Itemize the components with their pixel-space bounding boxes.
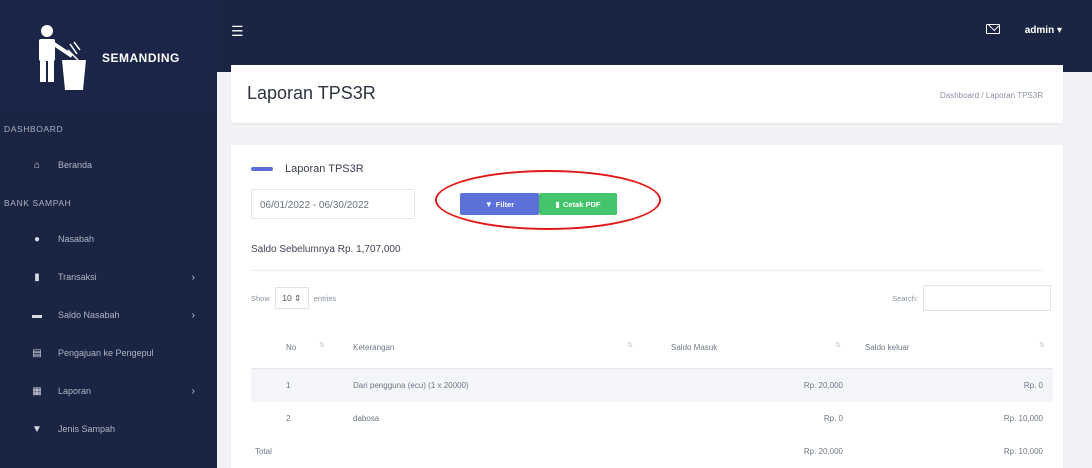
- cell-no: 1: [286, 381, 291, 390]
- chart-icon: ▤: [32, 347, 42, 359]
- select-arrows-icon: ⇕: [291, 292, 302, 303]
- sidebar-item-beranda[interactable]: ⌂ Beranda: [0, 146, 217, 184]
- entries-label: entries: [313, 293, 337, 303]
- mail-icon[interactable]: [986, 24, 1000, 34]
- brand[interactable]: SEMANDING: [0, 0, 217, 110]
- entries-length: Show 10 ⇕ entries: [251, 287, 336, 309]
- total-saldo-masuk: Rp. 20,000: [803, 447, 843, 456]
- home-icon: ⌂: [33, 159, 41, 171]
- cell-keterangan: dabosa: [353, 414, 380, 423]
- table-header: No ⇅ Keterangan ⇅ Saldo Masuk ⇅ Saldo kelua…: [251, 327, 1053, 369]
- chevron-right-icon: ›: [191, 309, 195, 321]
- sidebar-item-label: Beranda: [58, 160, 93, 170]
- brand-name: SEMANDING: [102, 51, 180, 65]
- caret-down-icon: ▾: [1056, 25, 1062, 36]
- column-header-saldo-keluar[interactable]: Saldo keluar ⇅: [849, 342, 1053, 352]
- cell-saldo-keluar: Rp. 10,000: [1003, 414, 1043, 423]
- search-input[interactable]: [923, 285, 1051, 311]
- sidebar: SEMANDING DASHBOARD ⌂ Beranda BANK SAMPA…: [0, 0, 217, 468]
- sidebar-item-label: Saldo Nasabah: [58, 310, 120, 320]
- total-label: Total: [255, 447, 272, 456]
- column-header-keterangan[interactable]: Keterangan ⇅: [333, 342, 641, 352]
- report-card: Laporan TPS3R 06/01/2022 - 06/30/2022 ▼ …: [231, 145, 1063, 468]
- sidebar-section-bank-sampah: BANK SAMPAH: [4, 198, 72, 208]
- cell-saldo-masuk: Rp. 20,000: [803, 381, 843, 390]
- sidebar-section-dashboard: DASHBOARD: [4, 124, 64, 134]
- annotation-circle: [435, 170, 661, 230]
- sidebar-item-label: Nasabah: [58, 234, 95, 244]
- page-header: Laporan TPS3R Dashboard / Laporan TPS3R: [231, 65, 1063, 123]
- sidebar-item-transaksi[interactable]: ▮ Transaksi ›: [0, 258, 217, 296]
- sidebar-item-label: Transaksi: [58, 272, 97, 282]
- search-label: Search:: [892, 293, 918, 303]
- sort-icon: ⇅: [627, 342, 633, 349]
- entries-select[interactable]: 10 ⇕: [274, 287, 309, 309]
- sidebar-item-nasabah[interactable]: ● Nasabah: [0, 220, 217, 258]
- sidebar-item-label: Laporan: [58, 386, 92, 396]
- date-range-input[interactable]: 06/01/2022 - 06/30/2022: [251, 189, 415, 219]
- cell-no: 2: [286, 414, 291, 423]
- report-table: No ⇅ Keterangan ⇅ Saldo Masuk ⇅ Saldo kelua…: [251, 327, 1053, 468]
- book-icon: ▮: [34, 271, 40, 283]
- sort-icon: ⇅: [1039, 342, 1045, 349]
- trash-icon: ▼: [32, 423, 42, 435]
- sidebar-item-jenis-sampah[interactable]: ▼ Jenis Sampah: [0, 410, 217, 448]
- table-row: 2 dabosa Rp. 0 Rp. 10,000: [251, 402, 1053, 435]
- wallet-icon: ▬: [32, 309, 42, 321]
- page-title: Laporan TPS3R: [247, 83, 376, 103]
- sidebar-item-laporan[interactable]: ▦ Laporan ›: [0, 372, 217, 410]
- sidebar-item-label: Pengajuan ke Pengepul: [58, 348, 154, 358]
- sidebar-item-pengajuan[interactable]: ▤ Pengajuan ke Pengepul: [0, 334, 217, 372]
- cell-keterangan: Dari pengguna (ecu) (1 x 20000): [353, 381, 469, 390]
- users-icon: ●: [33, 233, 41, 245]
- show-label: Show: [251, 293, 270, 303]
- table-footer: Total Rp. 20,000 Rp. 10,000: [251, 435, 1053, 468]
- sidebar-item-label: Jenis Sampah: [58, 424, 116, 434]
- sort-icon: ⇅: [319, 342, 325, 349]
- total-saldo-keluar: Rp. 10,000: [1003, 447, 1043, 456]
- file-icon: ▦: [32, 385, 42, 397]
- previous-balance: Saldo Sebelumnya Rp. 1,707,000: [251, 244, 401, 255]
- cell-saldo-keluar: Rp. 0: [1023, 381, 1043, 390]
- logo-icon: [39, 25, 86, 90]
- chevron-right-icon: ›: [191, 271, 195, 283]
- divider: [251, 270, 1043, 271]
- topbar: ☰ admin ▾: [217, 0, 1092, 72]
- card-title-text: Laporan TPS3R: [285, 163, 364, 175]
- title-accent: [251, 167, 273, 171]
- menu-toggle-icon[interactable]: ☰: [231, 23, 244, 40]
- user-menu[interactable]: admin ▾: [1025, 25, 1062, 36]
- cell-saldo-masuk: Rp. 0: [823, 414, 843, 423]
- table-row: 1 Dari pengguna (ecu) (1 x 20000) Rp. 20…: [251, 369, 1053, 402]
- chevron-right-icon: ›: [191, 385, 195, 397]
- breadcrumb: Dashboard / Laporan TPS3R: [939, 91, 1043, 100]
- table-search: Search:: [892, 285, 1051, 311]
- entries-value: 10: [282, 293, 292, 303]
- user-name: admin: [1024, 25, 1055, 36]
- column-header-no[interactable]: No ⇅: [251, 342, 333, 352]
- column-header-saldo-masuk[interactable]: Saldo Masuk ⇅: [641, 342, 849, 352]
- card-title: Laporan TPS3R: [251, 163, 364, 175]
- sort-icon: ⇅: [835, 342, 841, 349]
- sidebar-item-saldo-nasabah[interactable]: ▬ Saldo Nasabah ›: [0, 296, 217, 334]
